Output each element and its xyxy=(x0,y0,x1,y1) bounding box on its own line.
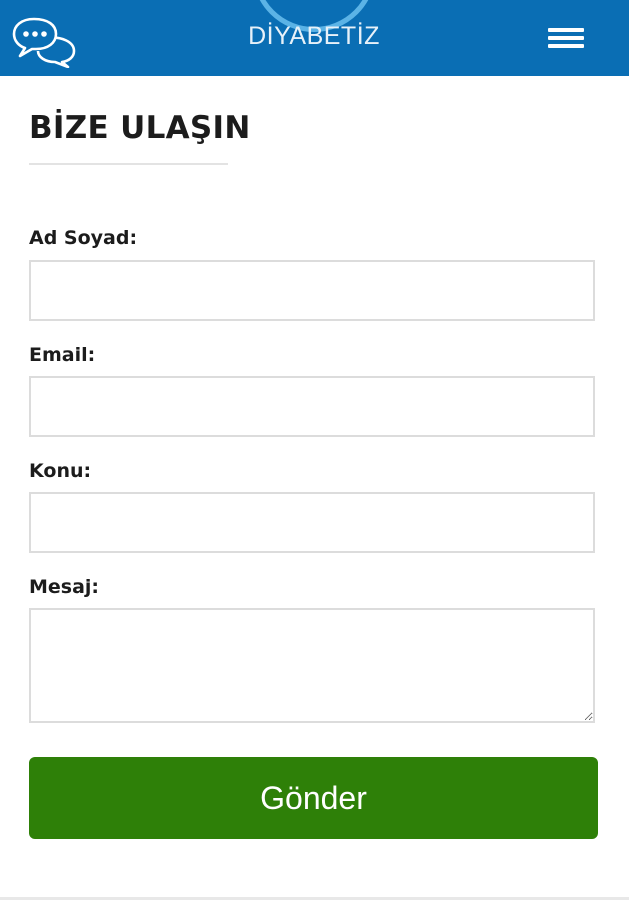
top-bar: DİYABETİZ xyxy=(0,0,629,76)
name-label: Ad Soyad: xyxy=(29,227,138,249)
message-field[interactable] xyxy=(29,608,595,723)
name-field[interactable] xyxy=(29,260,595,321)
subject-field[interactable] xyxy=(29,492,595,553)
logo-text: DİYABETİZ xyxy=(248,22,380,50)
email-label: Email: xyxy=(29,344,96,366)
page-title: BİZE ULAŞIN xyxy=(29,110,251,146)
menu-button[interactable] xyxy=(544,24,588,54)
chat-button[interactable] xyxy=(12,16,78,69)
message-label: Mesaj: xyxy=(29,576,100,598)
title-underline xyxy=(29,163,228,165)
email-field[interactable] xyxy=(29,376,595,437)
submit-button[interactable]: Gönder xyxy=(29,757,598,839)
chat-bubbles-icon xyxy=(12,17,76,69)
site-logo[interactable]: DİYABETİZ xyxy=(214,0,414,76)
subject-label: Konu: xyxy=(29,460,92,482)
